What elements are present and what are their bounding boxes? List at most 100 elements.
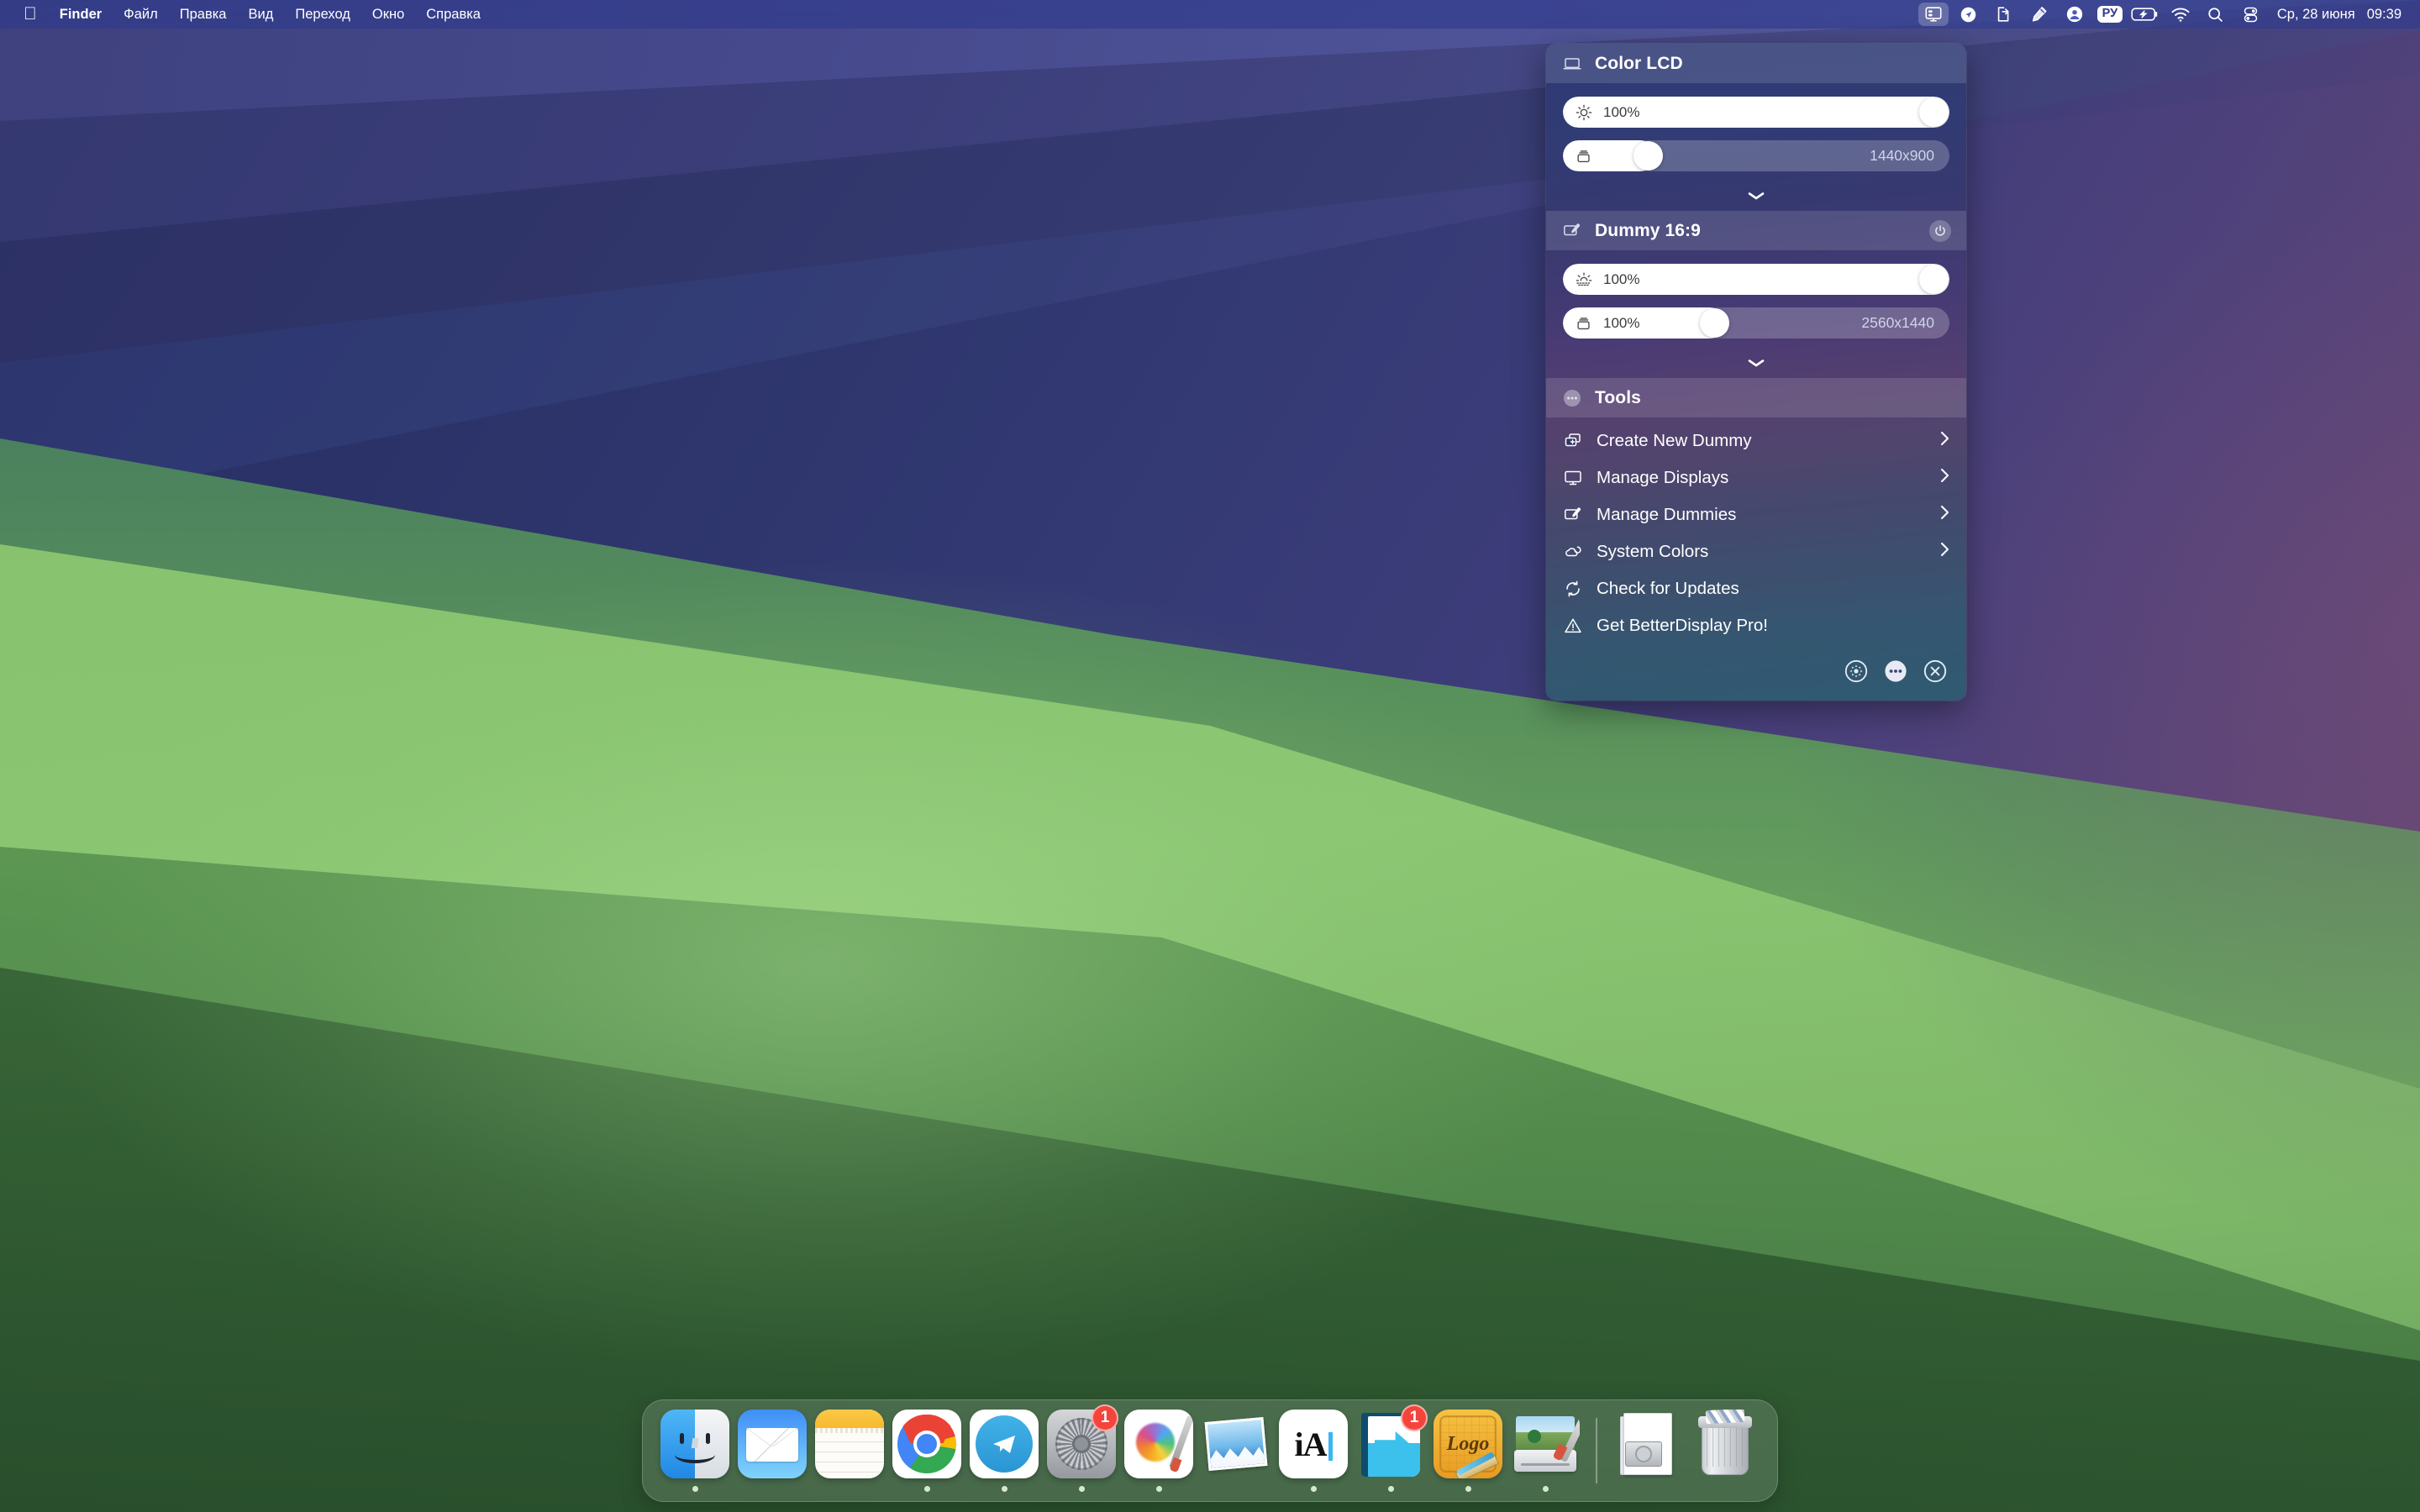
laptop-display-icon xyxy=(1561,53,1583,75)
menu-bar:  Finder Файл Правка Вид Переход Окно Сп… xyxy=(0,0,2420,29)
tools-title: Tools xyxy=(1595,388,1951,408)
close-circle-icon[interactable] xyxy=(1922,658,1948,684)
tools-header: Tools xyxy=(1546,378,1966,417)
input-source-label: РУ xyxy=(2097,6,2123,23)
dock-item-system-preferences[interactable]: 1 xyxy=(1043,1410,1120,1492)
running-indicator xyxy=(1156,1486,1162,1492)
betterdisplay-panel: Color LCD 100% 1440 xyxy=(1546,44,1966,701)
ellipsis-filled-circle-icon[interactable] xyxy=(1882,658,1908,684)
display-header-dummy[interactable]: Dummy 16:9 xyxy=(1546,211,1966,250)
dock-item-logo-app[interactable]: Logo xyxy=(1429,1410,1507,1492)
control-center-icon[interactable] xyxy=(2233,0,2269,29)
display-body-dummy: 100% 100% 2560x1440 xyxy=(1546,250,1966,378)
running-indicator xyxy=(1079,1486,1085,1492)
dummy-display-icon xyxy=(1561,220,1583,242)
search-icon[interactable] xyxy=(2198,0,2233,29)
ia-writer-icon: iA xyxy=(1279,1410,1348,1478)
brightness-icon xyxy=(1571,103,1597,122)
location-arrow-icon[interactable] xyxy=(1951,0,1986,29)
cloud-moon-icon xyxy=(1561,542,1585,562)
menu-item-get-betterdisplay-pro[interactable]: Get BetterDisplay Pro! xyxy=(1546,607,1966,644)
menu-item-label: Create New Dummy xyxy=(1597,431,1927,451)
resolution-icon xyxy=(1571,314,1597,333)
running-indicator xyxy=(1465,1486,1471,1492)
slider-knob[interactable] xyxy=(1700,308,1729,338)
panel-footer xyxy=(1546,651,1966,701)
disk-document-icon xyxy=(1613,1410,1682,1478)
dock-item-mail[interactable] xyxy=(734,1410,811,1492)
user-account-icon[interactable] xyxy=(2057,0,2092,29)
menubar-time: 09:39 xyxy=(2367,7,2402,23)
warning-triangle-icon xyxy=(1561,616,1585,636)
expand-dummy-button[interactable] xyxy=(1563,351,1949,375)
menu-item-label: System Colors xyxy=(1597,542,1927,562)
menu-bar-left:  Finder Файл Правка Вид Переход Окно Сп… xyxy=(0,0,492,29)
menu-item-view[interactable]: Вид xyxy=(238,4,285,24)
resolution-slider-dummy[interactable]: 100% 2560x1440 xyxy=(1563,307,1949,339)
finder-icon xyxy=(660,1410,729,1478)
menu-item-system-colors[interactable]: System Colors xyxy=(1546,533,1966,570)
running-indicator xyxy=(770,1486,776,1492)
display-body-color-lcd: 100% 1440x900 xyxy=(1546,83,1966,211)
expand-color-lcd-button[interactable] xyxy=(1563,184,1949,207)
resolution-icon xyxy=(1571,147,1597,165)
dock-item-telegram[interactable] xyxy=(965,1410,1043,1492)
display-header-color-lcd[interactable]: Color LCD xyxy=(1546,44,1966,83)
dock-item-finder[interactable] xyxy=(656,1410,734,1492)
menu-item-manage-dummies[interactable]: Manage Dummies xyxy=(1546,496,1966,533)
power-icon[interactable] xyxy=(1929,220,1951,242)
menu-item-window[interactable]: Окно xyxy=(361,4,415,24)
dummy-display-icon xyxy=(1561,505,1585,525)
brightness-slider-color-lcd[interactable]: 100% xyxy=(1563,97,1949,128)
dock-item-transfer-app[interactable]: 1 xyxy=(1352,1410,1429,1492)
dock-item-ia-writer[interactable]: iA xyxy=(1275,1410,1352,1492)
brightness-value: 100% xyxy=(1603,271,1639,288)
display-title: Color LCD xyxy=(1595,54,1951,74)
chevron-right-icon xyxy=(1939,503,1951,527)
resolution-slider-color-lcd[interactable]: 1440x900 xyxy=(1563,140,1949,171)
colorsync-utility-icon xyxy=(1511,1410,1580,1478)
menu-app-name[interactable]: Finder xyxy=(49,4,113,24)
running-indicator xyxy=(847,1486,853,1492)
dock-item-disk-document[interactable] xyxy=(1609,1410,1686,1492)
resolution-value: 1440x900 xyxy=(1870,147,1934,165)
dock-separator xyxy=(1596,1418,1597,1483)
trash-icon xyxy=(1691,1410,1760,1478)
dock: 1 iA 1 Logo xyxy=(642,1399,1778,1502)
menu-item-manage-displays[interactable]: Manage Displays xyxy=(1546,459,1966,496)
wifi-icon[interactable] xyxy=(2163,0,2198,29)
sunrise-icon xyxy=(1571,270,1597,289)
dock-item-colorsync-utility[interactable] xyxy=(1507,1410,1584,1492)
dock-item-trash[interactable] xyxy=(1686,1410,1764,1492)
input-source-indicator[interactable]: РУ xyxy=(2092,0,2128,29)
dock-item-preview[interactable] xyxy=(1197,1410,1275,1492)
menu-item-help[interactable]: Справка xyxy=(415,4,492,24)
gear-circle-icon[interactable] xyxy=(1843,658,1869,684)
menubar-date: Ср, 28 июня xyxy=(2277,7,2355,23)
menu-item-edit[interactable]: Правка xyxy=(169,4,238,24)
slider-knob[interactable] xyxy=(1919,265,1949,294)
menu-item-create-new-dummy[interactable]: Create New Dummy xyxy=(1546,423,1966,459)
dock-item-pages[interactable] xyxy=(1120,1410,1197,1492)
battery-charging-icon[interactable] xyxy=(2128,0,2163,29)
menu-item-label: Get BetterDisplay Pro! xyxy=(1597,616,1951,636)
chevron-right-icon xyxy=(1939,429,1951,453)
menu-item-go[interactable]: Переход xyxy=(284,4,361,24)
dock-item-google-chrome[interactable] xyxy=(888,1410,965,1492)
menu-item-label: Check for Updates xyxy=(1597,579,1951,599)
menubar-clock[interactable]: Ср, 28 июня 09:39 xyxy=(2269,7,2402,23)
dock-item-notes[interactable] xyxy=(811,1410,888,1492)
chevron-right-icon xyxy=(1939,466,1951,490)
apple-menu-icon[interactable]:  xyxy=(12,4,49,24)
betterdisplay-icon[interactable] xyxy=(1916,0,1951,29)
tools-menu: Create New Dummy Manage Displays xyxy=(1546,417,1966,651)
cleanshot-icon[interactable] xyxy=(2022,0,2057,29)
menu-item-check-for-updates[interactable]: Check for Updates xyxy=(1546,570,1966,607)
slider-knob[interactable] xyxy=(1919,97,1949,127)
menu-item-file[interactable]: Файл xyxy=(113,4,169,24)
screen-share-icon[interactable] xyxy=(1986,0,2022,29)
slider-knob[interactable] xyxy=(1634,141,1663,171)
refresh-icon xyxy=(1561,579,1585,599)
running-indicator xyxy=(1234,1486,1239,1492)
brightness-slider-dummy[interactable]: 100% xyxy=(1563,264,1949,295)
